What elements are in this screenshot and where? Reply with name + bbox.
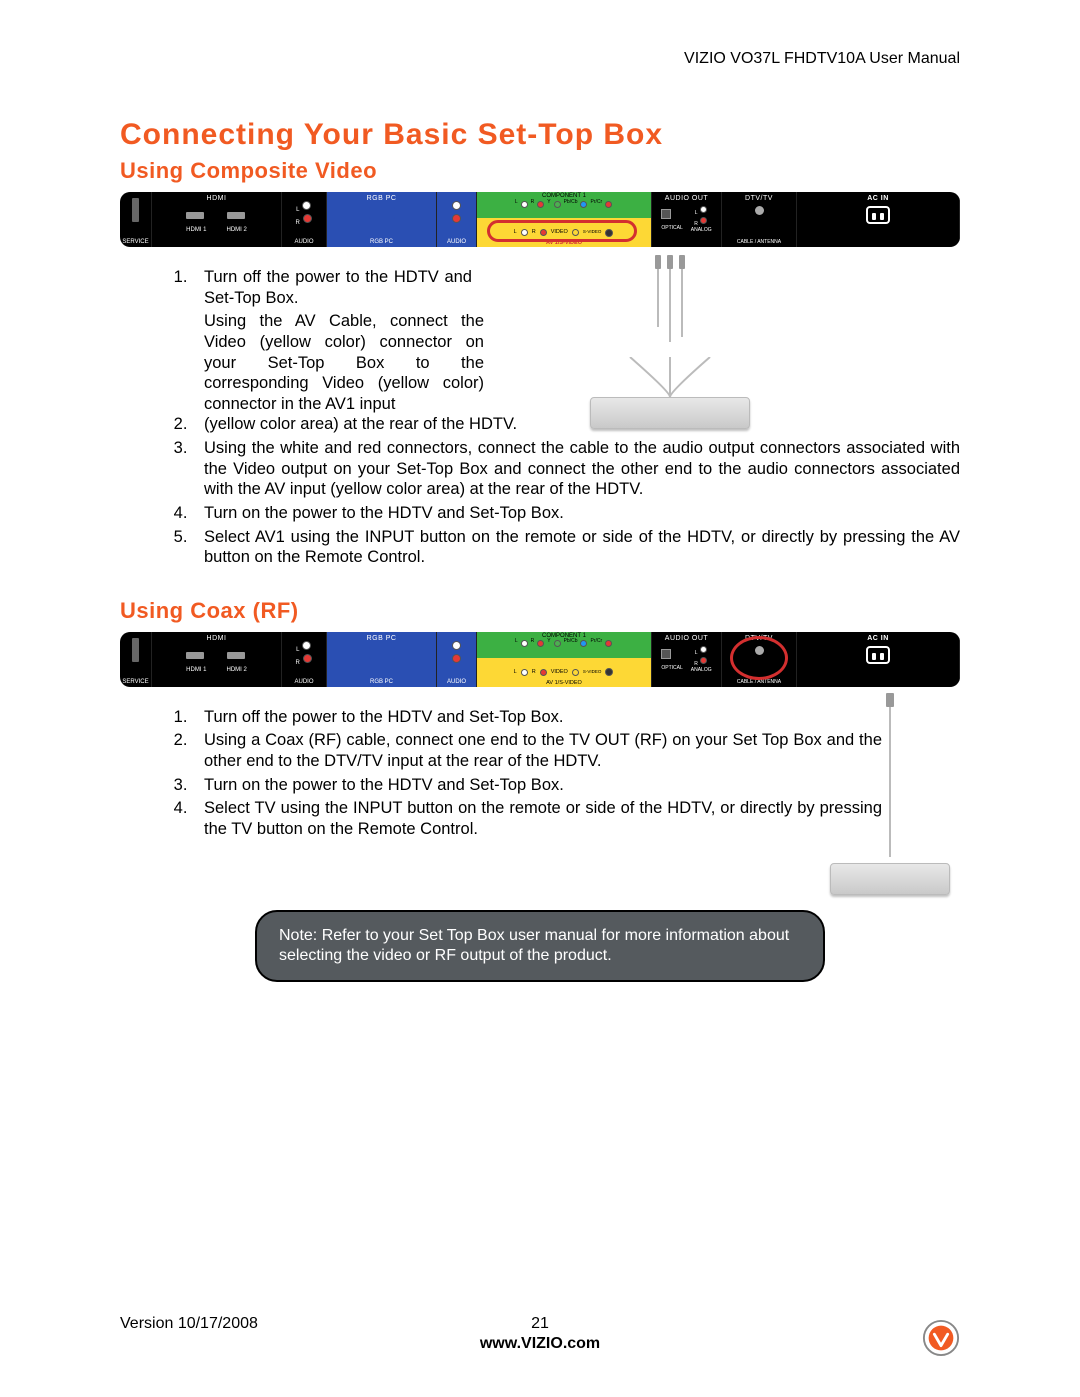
- label-audioout: AUDIO OUT: [665, 195, 708, 202]
- coax-steps-list: Turn off the power to the HDTV and Set-T…: [192, 707, 882, 840]
- audio-jack-icon: [452, 201, 461, 210]
- section-title-composite: Using Composite Video: [120, 158, 960, 184]
- label-service: SERVICE: [122, 239, 148, 245]
- component-jack-icon: [580, 201, 587, 208]
- label-analog: ANALOG: [691, 227, 712, 233]
- service-port-icon: [132, 638, 139, 662]
- cable-fan-icon: [590, 357, 750, 397]
- video-jack-icon: [572, 669, 579, 676]
- label-pr: Pr/Cr: [590, 200, 602, 209]
- label-rgbpc: RGB PC: [367, 195, 397, 202]
- component-jack-icon: [580, 640, 587, 647]
- label-acin: AC IN: [867, 195, 889, 202]
- coax-cable-illustration: [830, 697, 950, 895]
- audio-jack-icon: [452, 214, 461, 223]
- vizio-logo-icon: [922, 1319, 960, 1357]
- list-item: Select TV using the INPUT button on the …: [192, 798, 882, 839]
- audio-jack-icon: [700, 217, 707, 224]
- audio-jack-icon: [521, 201, 528, 208]
- audio-jack-icon: [521, 669, 528, 676]
- list-item: Turn off the power to the HDTV and Set-T…: [192, 707, 882, 728]
- audio-jack-icon: [700, 657, 707, 664]
- rear-panel-diagram-composite: SERVICE HDMI HDMI 1 HDMI 2 L R AUDIO RGB…: [120, 192, 960, 247]
- highlight-circle-icon: [730, 636, 788, 680]
- list-item: Turn off the power to the HDTV and Set-T…: [192, 267, 472, 308]
- list-item: Turn on the power to the HDTV and Set-To…: [192, 503, 960, 524]
- audio-jack-icon: [700, 646, 707, 653]
- composite-steps-block: Turn off the power to the HDTV and Set-T…: [120, 267, 960, 568]
- optical-port-icon: [661, 209, 671, 219]
- audio-jack-icon: [537, 201, 544, 208]
- vga-port-icon: [369, 207, 395, 219]
- audio-jack-icon: [700, 206, 707, 213]
- label-hdmi: HDMI: [207, 195, 227, 202]
- hdmi-port-icon: [186, 652, 204, 659]
- audio-jack-icon: [303, 214, 312, 223]
- composite-steps-list: Turn off the power to the HDTV and Set-T…: [192, 267, 960, 568]
- hdmi-port-icon: [227, 652, 245, 659]
- label-rgbpc2: RGB PC: [370, 239, 393, 245]
- component-jack-icon: [554, 640, 561, 647]
- audio-jack-icon: [452, 641, 461, 650]
- audio-jack-icon: [303, 654, 312, 663]
- audio-jack-icon: [452, 654, 461, 663]
- label-pb: Pb/Cb: [564, 200, 578, 209]
- label-cable: CABLE / ANTENNA: [737, 239, 781, 245]
- label-dtv: DTV/TV: [745, 195, 773, 202]
- component-jack-icon: [605, 201, 612, 208]
- coax-steps-block: Turn off the power to the HDTV and Set-T…: [120, 707, 960, 840]
- hdmi-port-icon: [186, 212, 204, 219]
- settop-cable-illustration: [580, 257, 760, 429]
- label-optical: OPTICAL: [661, 225, 682, 231]
- audio-jack-icon: [521, 640, 528, 647]
- optical-port-icon: [661, 649, 671, 659]
- audio-jack-icon: [302, 641, 311, 650]
- hdmi-port-icon: [227, 212, 245, 219]
- list-item: Using a Coax (RF) cable, connect one end…: [192, 730, 882, 771]
- label-hdmi2: HDMI 2: [227, 227, 247, 233]
- note-box: Note: Refer to your Set Top Box user man…: [255, 910, 825, 982]
- coax-cable-icon: [889, 697, 891, 857]
- svideo-jack-icon: [605, 668, 613, 676]
- settop-box-icon: [830, 863, 950, 895]
- label-audio2: AUDIO: [447, 239, 466, 245]
- ac-inlet-icon: [866, 206, 890, 224]
- audio-jack-icon: [537, 640, 544, 647]
- page-title: Connecting Your Basic Set-Top Box: [120, 118, 960, 152]
- highlight-circle-icon: [487, 220, 637, 242]
- audio-jack-icon: [302, 201, 311, 210]
- component-jack-icon: [605, 640, 612, 647]
- footer-version: Version 10/17/2008: [120, 1315, 258, 1333]
- label-hdmi1: HDMI 1: [186, 227, 206, 233]
- page-footer: Version 10/17/2008 21 www.VIZIO.com: [120, 1315, 960, 1353]
- doc-header: VIZIO VO37L FHDTV10A User Manual: [120, 50, 960, 68]
- component-jack-icon: [554, 201, 561, 208]
- list-item: Using the white and red connectors, conn…: [192, 438, 960, 500]
- rear-panel-diagram-coax: SERVICE HDMI HDMI 1 HDMI 2 L R AUDIO RGB…: [120, 632, 960, 687]
- audio-jack-icon: [540, 669, 547, 676]
- coax-port-icon: [755, 206, 764, 215]
- label-y: Y: [547, 200, 550, 209]
- settop-box-icon: [590, 397, 750, 429]
- ac-inlet-icon: [866, 646, 890, 664]
- label-audio: AUDIO: [294, 239, 313, 245]
- vga-port-icon: [369, 647, 395, 659]
- list-item: Turn on the power to the HDTV and Set-To…: [192, 775, 882, 796]
- list-item: Select AV1 using the INPUT button on the…: [192, 527, 960, 568]
- footer-url: www.VIZIO.com: [120, 1335, 960, 1353]
- section-title-coax: Using Coax (RF): [120, 598, 960, 624]
- list-item: Using the AV Cable, connect the Video (y…: [192, 311, 960, 435]
- label-r: R: [295, 220, 299, 226]
- service-port-icon: [132, 198, 139, 222]
- footer-page-number: 21: [531, 1315, 549, 1332]
